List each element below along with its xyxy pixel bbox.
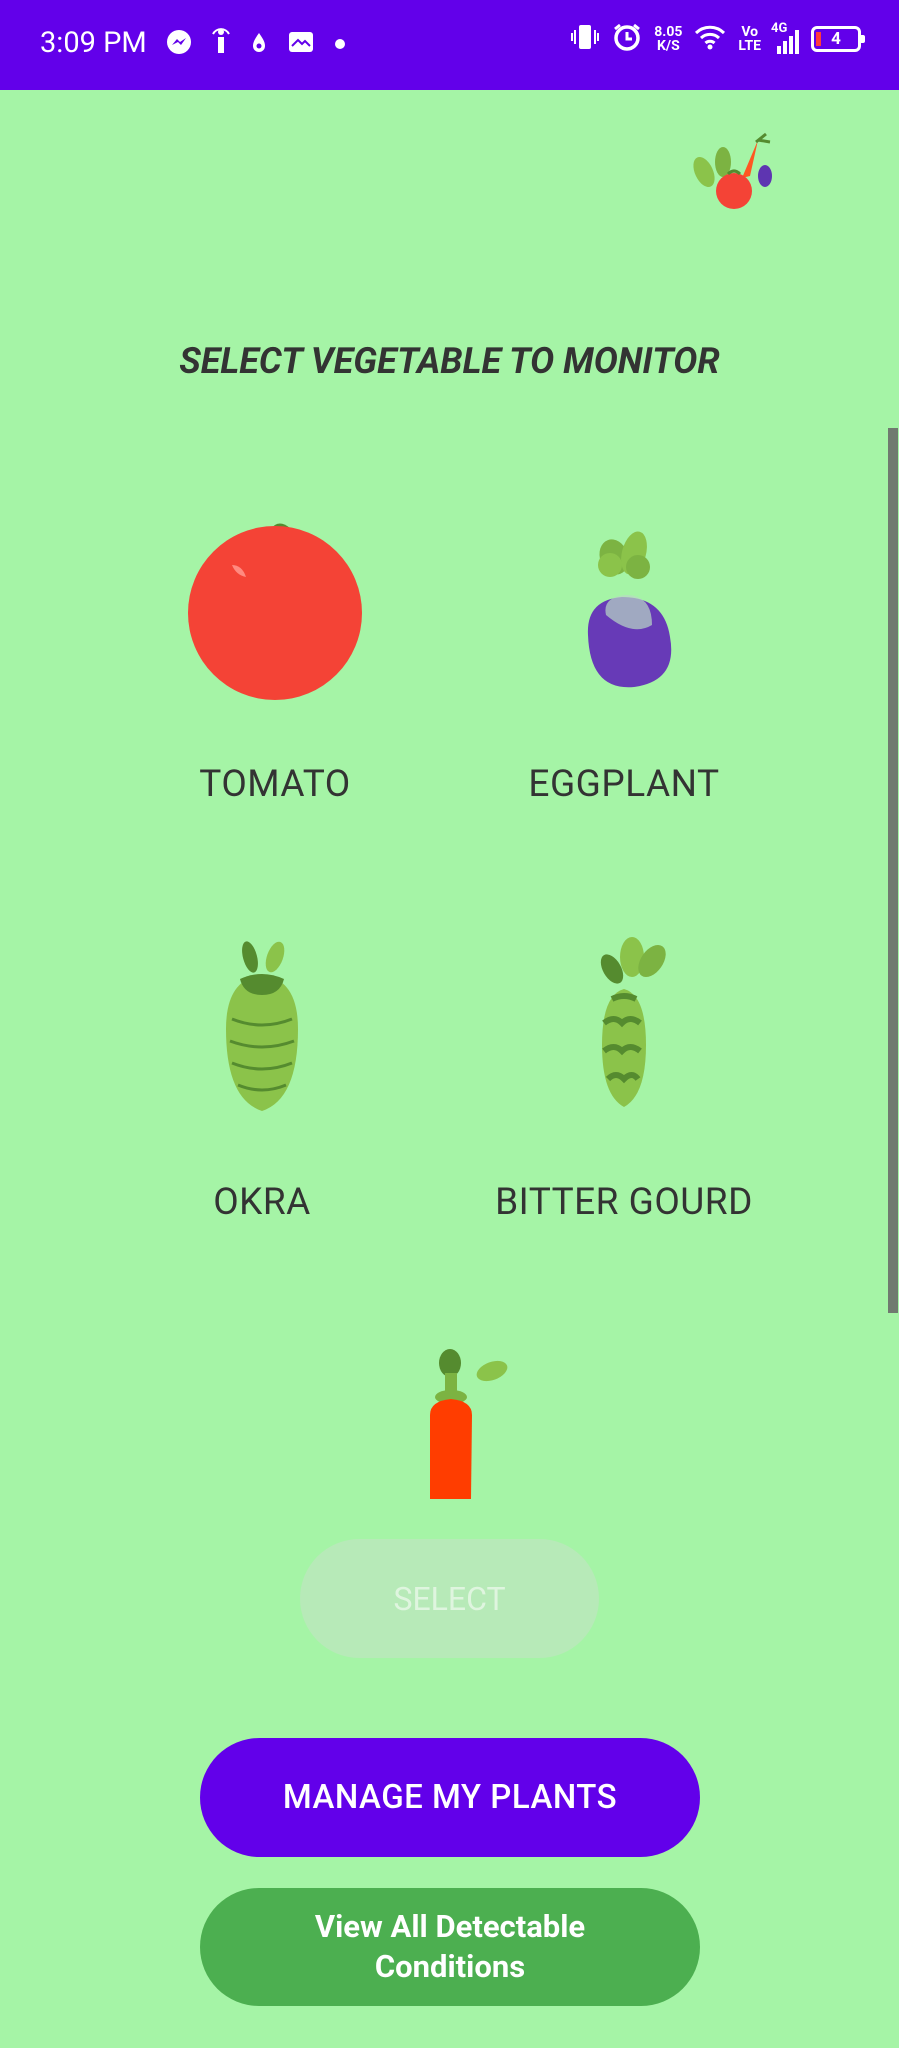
status-bar: 3:09 PM 8.05 K/S Vo LTE 4G 4 xyxy=(0,0,899,90)
net-speed-unit: K/S xyxy=(656,38,680,54)
vegetable-label: EGGPLANT xyxy=(528,763,720,806)
tomato-icon xyxy=(125,505,425,709)
volte-indicator: Vo LTE xyxy=(738,25,761,53)
info-icon xyxy=(212,28,230,60)
volte-top: Vo xyxy=(741,24,759,40)
view-all-conditions-button[interactable]: View All Detectable Conditions xyxy=(200,1888,700,2006)
vibrate-icon xyxy=(570,23,600,55)
wifi-icon xyxy=(694,24,726,54)
scrollbar[interactable] xyxy=(888,428,898,1313)
gallery-icon xyxy=(288,31,314,57)
drop-icon xyxy=(250,31,268,57)
vegetable-option-eggplant[interactable]: EGGPLANT xyxy=(474,505,774,806)
vegetable-option-bitter-gourd[interactable]: BITTER GOURD xyxy=(474,935,774,1224)
vegetable-option-carrot[interactable] xyxy=(400,1345,520,1504)
messenger-icon xyxy=(166,29,192,59)
signal-icon: 4G xyxy=(771,21,799,54)
page-title: SELECT VEGETABLE TO MONITOR xyxy=(179,340,720,382)
select-button[interactable]: SELECT xyxy=(300,1539,599,1658)
eggplant-icon xyxy=(474,505,774,729)
dot-icon xyxy=(334,35,346,54)
bitter-gourd-icon xyxy=(474,935,774,1139)
network-speed: 8.05 K/S xyxy=(654,25,682,53)
vegetable-option-tomato[interactable]: TOMATO xyxy=(125,505,425,806)
status-time: 3:09 PM xyxy=(40,26,147,60)
app-logo-icon xyxy=(684,128,784,222)
vegetable-label: TOMATO xyxy=(199,763,351,806)
network-type: 4G xyxy=(771,21,788,36)
battery-level: 4 xyxy=(831,29,841,49)
volte-bottom: LTE xyxy=(738,38,761,54)
okra-icon xyxy=(112,935,412,1139)
carrot-icon xyxy=(400,1345,520,1504)
vegetable-option-okra[interactable]: OKRA xyxy=(112,935,412,1224)
manage-my-plants-button[interactable]: MANAGE MY PLANTS xyxy=(200,1738,700,1857)
vegetable-label: OKRA xyxy=(213,1181,311,1224)
button-label-line-2: Conditions xyxy=(374,1948,526,1985)
battery-icon: 4 xyxy=(811,26,865,52)
net-speed-value: 8.05 xyxy=(654,24,683,40)
vegetable-label: BITTER GOURD xyxy=(495,1181,753,1224)
alarm-icon xyxy=(612,22,642,56)
button-label-line-1: View All Detectable xyxy=(314,1908,586,1945)
